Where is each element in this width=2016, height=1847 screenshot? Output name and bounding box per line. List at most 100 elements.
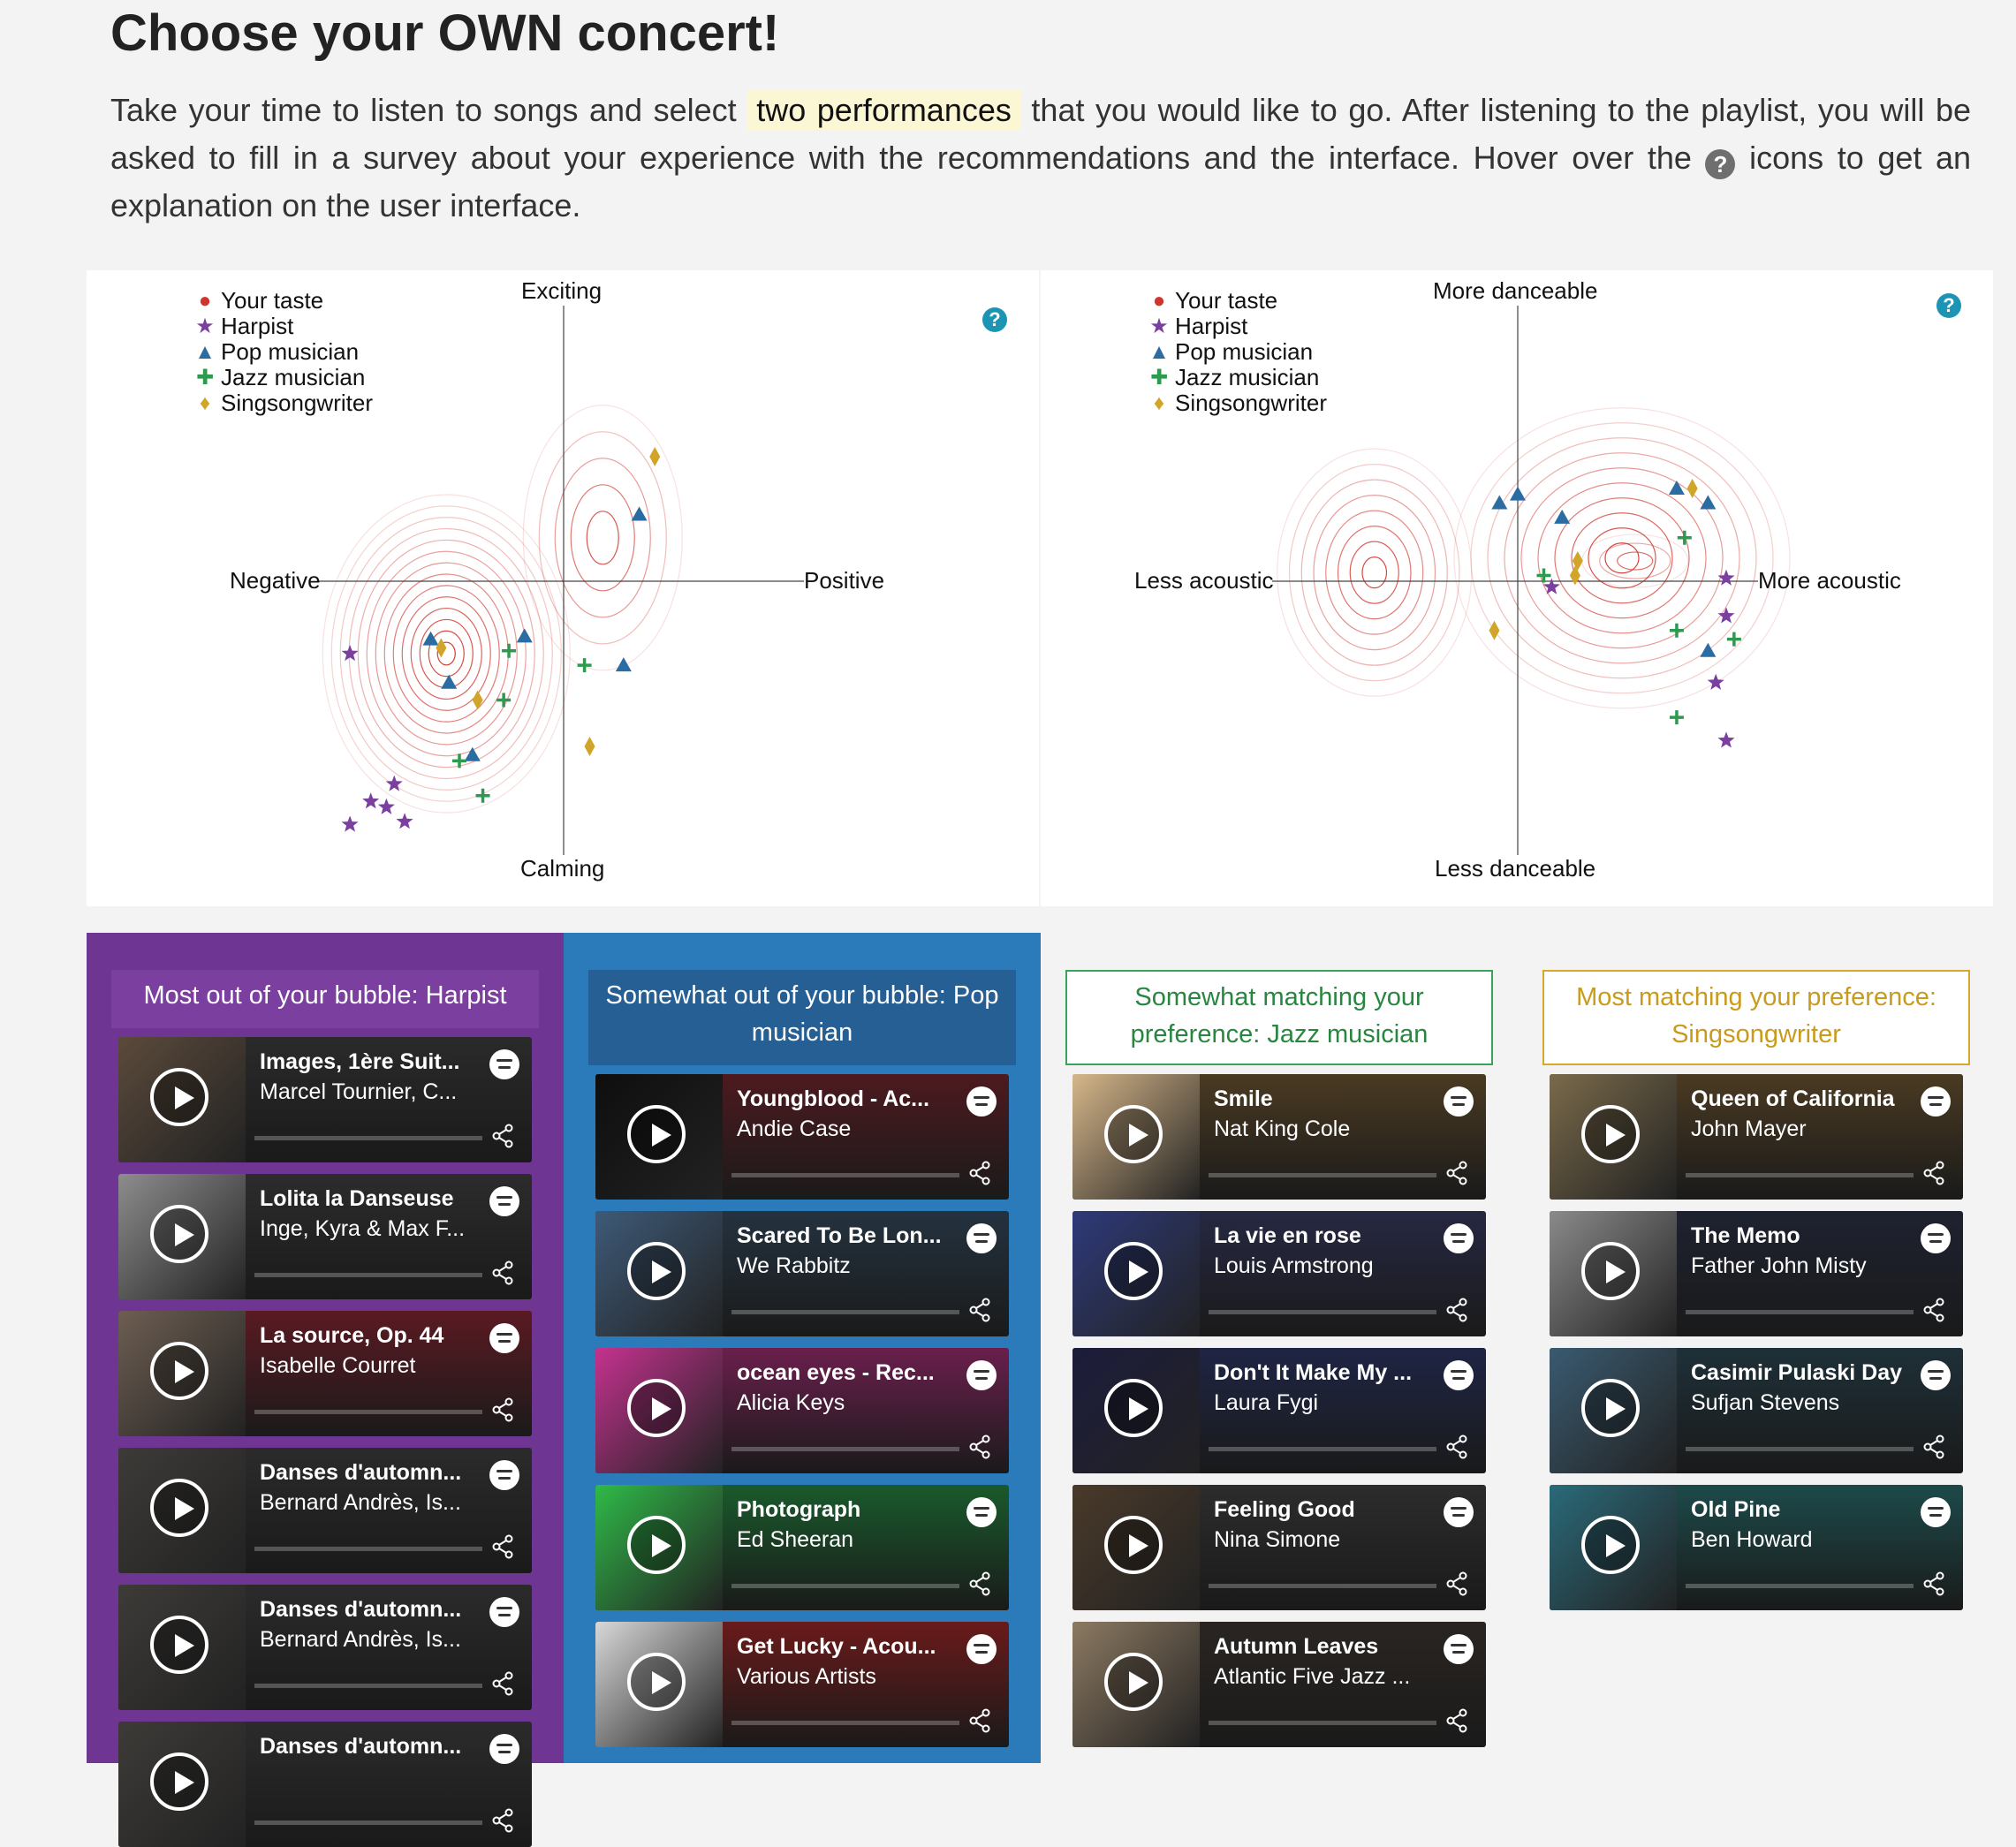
marker-jazz-musician[interactable] <box>577 658 592 673</box>
marker-harpist[interactable] <box>396 813 413 829</box>
progress-bar[interactable] <box>254 1136 482 1140</box>
track-card[interactable]: La source, Op. 44 Isabelle Courret <box>118 1311 532 1436</box>
marker-jazz-musician[interactable] <box>1677 530 1692 545</box>
track-card[interactable]: ocean eyes - Rec... Alicia Keys <box>595 1348 1009 1473</box>
spotify-icon[interactable] <box>1444 1086 1474 1117</box>
progress-bar[interactable] <box>254 1821 482 1825</box>
marker-pop-musician[interactable] <box>1491 495 1508 510</box>
progress-bar[interactable] <box>1209 1173 1436 1177</box>
spotify-icon[interactable] <box>1444 1360 1474 1390</box>
track-card[interactable]: Images, 1ère Suit... Marcel Tournier, C..… <box>118 1037 532 1162</box>
marker-pop-musician[interactable] <box>1700 642 1717 657</box>
spotify-icon[interactable] <box>489 1597 519 1627</box>
track-card[interactable]: Danses d'automn... Bernard Andrès, Is... <box>118 1585 532 1710</box>
marker-pop-musician[interactable] <box>441 674 458 689</box>
track-card[interactable]: Feeling Good Nina Simone <box>1072 1485 1486 1610</box>
play-icon[interactable] <box>627 1516 686 1574</box>
share-icon[interactable] <box>968 1434 991 1459</box>
spotify-icon[interactable] <box>966 1223 997 1253</box>
track-card[interactable]: Smile Nat King Cole <box>1072 1074 1486 1200</box>
share-icon[interactable] <box>491 1124 514 1148</box>
progress-bar[interactable] <box>254 1547 482 1551</box>
marker-jazz-musician[interactable] <box>475 788 490 803</box>
marker-harpist[interactable] <box>1717 607 1735 624</box>
progress-bar[interactable] <box>254 1410 482 1414</box>
share-icon[interactable] <box>491 1534 514 1559</box>
progress-bar[interactable] <box>1209 1447 1436 1451</box>
marker-harpist[interactable] <box>341 815 359 832</box>
play-icon[interactable] <box>1104 1379 1163 1437</box>
share-icon[interactable] <box>1922 1298 1945 1322</box>
play-icon[interactable] <box>1104 1653 1163 1711</box>
track-card[interactable]: Danses d'automn... Bernard Andrès, Is... <box>118 1448 532 1573</box>
marker-jazz-musician[interactable] <box>1669 623 1684 638</box>
marker-singsongwriter[interactable] <box>584 736 595 756</box>
track-card[interactable]: Youngblood - Ac... Andie Case <box>595 1074 1009 1200</box>
spotify-icon[interactable] <box>1921 1223 1951 1253</box>
play-icon[interactable] <box>627 1105 686 1163</box>
progress-bar[interactable] <box>1686 1173 1914 1177</box>
play-icon[interactable] <box>627 1242 686 1300</box>
spotify-icon[interactable] <box>1921 1360 1951 1390</box>
spotify-icon[interactable] <box>966 1086 997 1117</box>
play-icon[interactable] <box>1104 1242 1163 1300</box>
play-icon[interactable] <box>1581 1105 1640 1163</box>
marker-singsongwriter[interactable] <box>649 446 661 466</box>
play-icon[interactable] <box>150 1205 208 1263</box>
play-icon[interactable] <box>150 1342 208 1400</box>
progress-bar[interactable] <box>731 1173 959 1177</box>
spotify-icon[interactable] <box>966 1360 997 1390</box>
spotify-icon[interactable] <box>489 1460 519 1490</box>
play-icon[interactable] <box>627 1379 686 1437</box>
track-card[interactable]: The Memo Father John Misty <box>1550 1211 1963 1336</box>
share-icon[interactable] <box>1445 1298 1468 1322</box>
spotify-icon[interactable] <box>489 1323 519 1353</box>
marker-pop-musician[interactable] <box>1668 481 1685 496</box>
share-icon[interactable] <box>491 1397 514 1422</box>
spotify-icon[interactable] <box>1921 1497 1951 1527</box>
play-icon[interactable] <box>150 1068 208 1126</box>
track-card[interactable]: Casimir Pulaski Day Sufjan Stevens <box>1550 1348 1963 1473</box>
track-card[interactable]: La vie en rose Louis Armstrong <box>1072 1211 1486 1336</box>
track-card[interactable]: Queen of California John Mayer <box>1550 1074 1963 1200</box>
play-icon[interactable] <box>150 1616 208 1674</box>
play-icon[interactable] <box>1581 1516 1640 1574</box>
progress-bar[interactable] <box>731 1584 959 1588</box>
track-card[interactable]: Danses d'automn... <box>118 1722 532 1847</box>
share-icon[interactable] <box>491 1808 514 1833</box>
play-icon[interactable] <box>627 1653 686 1711</box>
marker-jazz-musician[interactable] <box>452 753 466 768</box>
spotify-icon[interactable] <box>489 1734 519 1764</box>
share-icon[interactable] <box>968 1298 991 1322</box>
marker-pop-musician[interactable] <box>631 506 648 521</box>
progress-bar[interactable] <box>1209 1584 1436 1588</box>
spotify-icon[interactable] <box>489 1186 519 1216</box>
share-icon[interactable] <box>1922 1571 1945 1596</box>
marker-pop-musician[interactable] <box>464 746 481 761</box>
play-icon[interactable] <box>150 1479 208 1537</box>
marker-singsongwriter[interactable] <box>472 690 483 710</box>
progress-bar[interactable] <box>1686 1584 1914 1588</box>
spotify-icon[interactable] <box>1444 1497 1474 1527</box>
share-icon[interactable] <box>968 1161 991 1185</box>
progress-bar[interactable] <box>254 1684 482 1688</box>
progress-bar[interactable] <box>1209 1721 1436 1725</box>
share-icon[interactable] <box>968 1708 991 1733</box>
share-icon[interactable] <box>1445 1161 1468 1185</box>
track-card[interactable]: Don't It Make My ... Laura Fygi <box>1072 1348 1486 1473</box>
progress-bar[interactable] <box>254 1273 482 1277</box>
progress-bar[interactable] <box>1686 1310 1914 1314</box>
share-icon[interactable] <box>1922 1434 1945 1459</box>
help-icon[interactable]: ? <box>1936 293 1961 318</box>
track-card[interactable]: Autumn Leaves Atlantic Five Jazz ... <box>1072 1622 1486 1747</box>
marker-harpist[interactable] <box>362 792 380 809</box>
marker-pop-musician[interactable] <box>615 657 632 672</box>
marker-harpist[interactable] <box>341 645 359 662</box>
share-icon[interactable] <box>968 1571 991 1596</box>
share-icon[interactable] <box>491 1671 514 1696</box>
marker-pop-musician[interactable] <box>516 628 533 643</box>
track-card[interactable]: Scared To Be Lon... We Rabbitz <box>595 1211 1009 1336</box>
progress-bar[interactable] <box>731 1721 959 1725</box>
share-icon[interactable] <box>1445 1708 1468 1733</box>
share-icon[interactable] <box>1922 1161 1945 1185</box>
